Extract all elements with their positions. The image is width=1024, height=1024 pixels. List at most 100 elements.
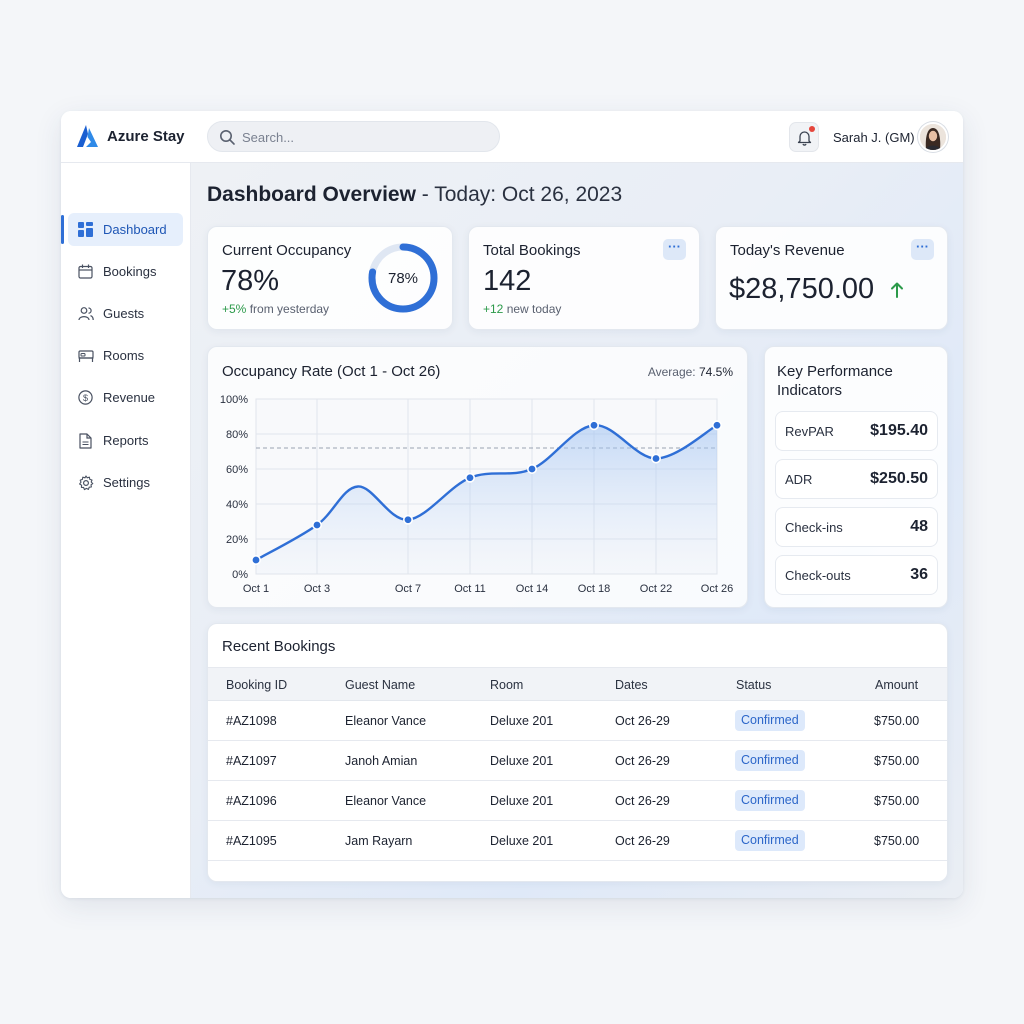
kpi-label: ADR <box>785 472 813 487</box>
sidebar-item-settings[interactable]: Settings <box>68 466 183 499</box>
sidebar-item-revenue[interactable]: $ Revenue <box>68 381 183 414</box>
kpi-value: $250.50 <box>870 470 928 487</box>
document-icon <box>77 432 94 449</box>
data-point <box>312 520 323 531</box>
data-point <box>711 420 722 431</box>
occupancy-change-text: from yesterday <box>246 302 330 316</box>
data-point <box>588 420 599 431</box>
occupancy-title: Current Occupancy <box>222 242 352 259</box>
user-name: Sarah J. (GM) <box>833 130 915 145</box>
azure-logo-icon <box>77 125 98 147</box>
sidebar-item-bookings[interactable]: Bookings <box>68 255 183 288</box>
guest-name: Eleanor Vance <box>345 794 427 808</box>
x-tick-label: Oct 11 <box>454 583 486 595</box>
dollar-icon: $ <box>77 389 94 406</box>
avatar[interactable] <box>918 122 948 152</box>
kpi-check-outs: Check-outs 36 <box>775 555 938 595</box>
y-tick-label: 60% <box>226 464 248 476</box>
sidebar-item-label: Rooms <box>103 348 145 363</box>
recent-bookings-title: Recent Bookings <box>222 638 336 655</box>
y-tick-label: 0% <box>232 569 248 581</box>
column-header-status[interactable]: Status <box>736 678 771 692</box>
y-tick-label: 40% <box>226 499 248 511</box>
amount: $750.00 <box>874 754 920 768</box>
occupancy-change: +5% from yesterday <box>222 302 329 316</box>
table-row[interactable]: #AZ1097 Janoh Amian Deluxe 201 Oct 26-29… <box>208 741 947 781</box>
guest-name: Eleanor Vance <box>345 714 427 728</box>
sidebar-item-label: Dashboard <box>103 222 167 237</box>
kpi-adr: ADR $250.50 <box>775 459 938 499</box>
sidebar-item-label: Reports <box>103 433 149 448</box>
guest-name: Janoh Amian <box>345 754 418 768</box>
sidebar-item-rooms[interactable]: Rooms <box>68 339 183 372</box>
amount: $750.00 <box>874 794 920 808</box>
search-input[interactable] <box>242 127 482 147</box>
kpi-check-ins: Check-ins 48 <box>775 507 938 547</box>
booking-id: #AZ1095 <box>226 834 277 848</box>
sidebar-item-reports[interactable]: Reports <box>68 424 183 457</box>
bed-icon <box>77 347 94 364</box>
x-tick-label: Oct 7 <box>395 583 421 595</box>
table-header: Booking ID Guest Name Room Dates Status … <box>208 667 947 701</box>
booking-id: #AZ1097 <box>226 754 277 768</box>
y-tick-label: 20% <box>226 534 248 546</box>
x-tick-label: Oct 3 <box>304 583 330 595</box>
status-badge: Confirmed <box>735 750 805 771</box>
revenue-value: $28,750.00 <box>729 273 875 305</box>
kpi-revpar: RevPAR $195.40 <box>775 411 938 451</box>
guest-name: Jam Rayarn <box>345 834 413 848</box>
sidebar-item-label: Settings <box>103 475 150 490</box>
sidebar-item-guests[interactable]: Guests <box>68 297 183 330</box>
sidebar-item-dashboard[interactable]: Dashboard <box>61 213 183 246</box>
kpi-value: 48 <box>910 518 928 535</box>
search-bar[interactable] <box>207 121 500 152</box>
top-bar: Azure Stay Sarah J. (GM) <box>61 111 963 163</box>
gear-icon <box>77 474 94 491</box>
table-row[interactable]: #AZ1095 Jam Rayarn Deluxe 201 Oct 26-29 … <box>208 821 947 861</box>
dates: Oct 26-29 <box>615 754 670 768</box>
kpi-value: 36 <box>910 566 928 583</box>
sidebar: Dashboard Bookings Guests Rooms $ Revenu… <box>61 163 191 898</box>
room: Deluxe 201 <box>490 754 554 768</box>
arrow-up-icon <box>891 282 903 298</box>
occupancy-ring: 78% <box>368 243 438 313</box>
table-scroll-fade <box>208 861 947 881</box>
dates: Oct 26-29 <box>615 794 670 808</box>
room: Deluxe 201 <box>490 714 554 728</box>
notifications-button[interactable] <box>789 122 819 152</box>
table-row[interactable]: #AZ1096 Eleanor Vance Deluxe 201 Oct 26-… <box>208 781 947 821</box>
column-header-dates[interactable]: Dates <box>615 678 648 692</box>
kpi-card: Key Performance Indicators RevPAR $195.40… <box>764 346 948 608</box>
table-row[interactable]: #AZ1098 Eleanor Vance Deluxe 201 Oct 26-… <box>208 701 947 741</box>
data-point <box>650 453 661 464</box>
room: Deluxe 201 <box>490 794 554 808</box>
y-tick-label: 80% <box>226 429 248 441</box>
kpi-label: RevPAR <box>785 424 834 439</box>
occupancy-card: Current Occupancy 78% +5% from yesterday… <box>207 226 453 330</box>
status-badge: Confirmed <box>735 710 805 731</box>
y-tick-label: 100% <box>220 394 248 406</box>
booking-id: #AZ1096 <box>226 794 277 808</box>
calendar-icon <box>77 263 94 280</box>
revenue-title: Today's Revenue <box>730 242 845 259</box>
dates: Oct 26-29 <box>615 834 670 848</box>
ring-label: 78% <box>388 270 418 287</box>
main-content: Dashboard Overview - Today: Oct 26, 2023… <box>191 163 963 898</box>
svg-text:$: $ <box>83 393 88 403</box>
occupancy-chart-card: Occupancy Rate (Oct 1 - Oct 26) Average:… <box>207 346 748 608</box>
kpi-title-line1: Key Performance <box>777 363 893 380</box>
bookings-change-text: new today <box>503 302 562 316</box>
app-window: Azure Stay Sarah J. (GM) <box>61 111 963 898</box>
page-title-date: - Today: Oct 26, 2023 <box>415 183 623 206</box>
column-header-guest-name[interactable]: Guest Name <box>345 678 415 692</box>
revenue-more-button[interactable]: ··· <box>911 239 934 260</box>
bookings-more-button[interactable]: ··· <box>663 239 686 260</box>
x-tick-label: Oct 22 <box>640 583 672 595</box>
column-header-booking-id[interactable]: Booking ID <box>226 678 287 692</box>
column-header-room[interactable]: Room <box>490 678 523 692</box>
column-header-amount[interactable]: Amount <box>875 678 918 692</box>
revenue-card: Today's Revenue ··· $28,750.00 <box>715 226 948 330</box>
data-point <box>526 464 537 475</box>
users-icon <box>77 305 94 322</box>
kpi-label: Check-outs <box>785 568 851 583</box>
